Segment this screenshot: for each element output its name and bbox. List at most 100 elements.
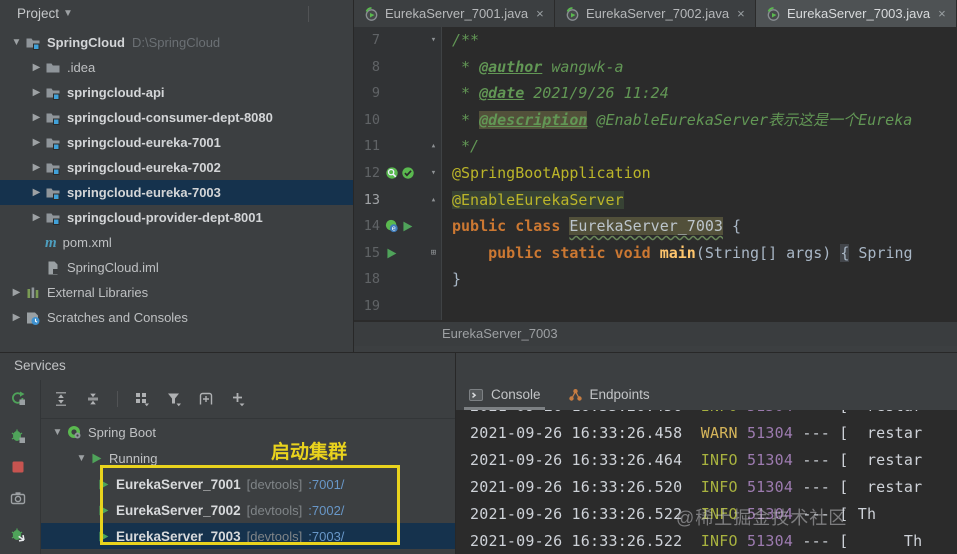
console-output[interactable]: 2021-09-26 16:33:26.456 INFO 51304 --- […	[456, 410, 957, 554]
chevron-right-icon[interactable]: ▶	[28, 112, 45, 123]
editor-tab-3[interactable]: EurekaServer_7003.java ×	[756, 0, 957, 27]
code-text: public static void main(String[] args) {…	[488, 243, 913, 262]
console-tab-endpoints[interactable]: Endpoints	[567, 379, 650, 410]
group-by-button[interactable]	[134, 391, 150, 407]
maven-icon: m	[45, 234, 57, 251]
chevron-right-icon[interactable]: ▶	[28, 137, 45, 148]
line-number: 11	[363, 138, 380, 155]
play-icon	[90, 452, 103, 465]
project-tree-item[interactable]: ▶ springcloud-eureka-7002	[0, 155, 353, 180]
service-tree-item[interactable]: ▼ Spring Boot	[41, 419, 455, 445]
attach-debugger-button[interactable]	[10, 527, 26, 543]
iml-icon	[45, 260, 61, 276]
collapse-all-button[interactable]	[85, 391, 101, 407]
tab-label: EurekaServer_7002.java	[586, 6, 730, 21]
tab-close-icon[interactable]: ×	[536, 6, 544, 21]
line-number: 15	[363, 244, 380, 261]
folder-icon	[45, 60, 61, 76]
fold-marker-icon[interactable]: ▴	[426, 187, 441, 214]
chevron-right-icon[interactable]: ▶	[28, 212, 45, 223]
fold-marker-icon[interactable]: ▾	[426, 160, 441, 187]
line-number: 13	[363, 191, 380, 208]
spring-bean-icon[interactable]: e	[385, 219, 399, 233]
tab-close-icon[interactable]: ×	[938, 6, 946, 21]
editor-gutter: 7 ▾	[354, 27, 442, 54]
add-service-button[interactable]	[230, 391, 246, 407]
chevron-down-icon[interactable]: ▼	[8, 37, 25, 48]
project-tree-item[interactable]: ▶ External Libraries	[0, 280, 353, 305]
tab-label: EurekaServer_7001.java	[385, 6, 529, 21]
chevron-right-icon[interactable]: ▶	[28, 187, 45, 198]
code-text: * @author wangwk-a	[452, 57, 624, 76]
services-toolbar	[41, 380, 455, 419]
scratches-icon	[25, 310, 41, 326]
code-text: public class EurekaServer_7003 {	[452, 217, 741, 236]
add-frame-button[interactable]	[198, 391, 214, 407]
chevron-down-icon[interactable]: ▼	[49, 427, 66, 438]
chevron-right-icon[interactable]: ▶	[28, 87, 45, 98]
tree-item-label: springcloud-api	[67, 85, 165, 100]
editor-tab-2[interactable]: EurekaServer_7002.java ×	[555, 0, 756, 27]
gutter-icons: e	[380, 219, 426, 233]
editor-gutter: 12 ▾	[354, 159, 442, 187]
project-tree-item[interactable]: ▼ SpringCloud D:\SpringCloud	[0, 30, 353, 55]
fold-marker-icon[interactable]: ▴	[426, 133, 441, 160]
project-tree-item[interactable]: ▶ springcloud-provider-dept-8001	[0, 205, 353, 230]
log-line: 2021-09-26 16:33:26.522 INFO 51304 --- […	[470, 532, 923, 550]
watermark: @稀土掘金技术社区	[676, 508, 848, 528]
tree-item-label: SpringCloud.iml	[67, 260, 159, 275]
console-tab-label: Console	[491, 387, 541, 402]
chevron-down-icon[interactable]: ▼	[73, 453, 90, 464]
spring-search-icon[interactable]	[385, 166, 399, 180]
line-number: 14	[363, 218, 380, 235]
tree-item-label: springcloud-eureka-7003	[67, 185, 221, 200]
project-tree-item[interactable]: ▶ springcloud-eureka-7001	[0, 130, 353, 155]
stop-button[interactable]	[10, 459, 26, 475]
project-tree-item[interactable]: m pom.xml	[0, 230, 353, 255]
line-number: 19	[363, 297, 380, 314]
folder-module-icon	[25, 35, 41, 51]
code-line: 15 ⊞ public static void main(String[] arg…	[354, 239, 957, 267]
service-name: Spring Boot	[88, 424, 156, 440]
play-icon[interactable]	[401, 220, 414, 233]
run-class-icon	[765, 6, 781, 22]
console-tab-console[interactable]: Console	[464, 379, 545, 410]
tab-close-icon[interactable]: ×	[737, 6, 745, 21]
spring-check-icon[interactable]	[401, 166, 415, 180]
chevron-down-icon[interactable]: ▼	[63, 8, 73, 19]
breadcrumb[interactable]: EurekaServer_7003	[354, 322, 957, 346]
project-tree-item[interactable]: ▶ springcloud-consumer-dept-8080	[0, 105, 353, 130]
project-tree-item[interactable]: SpringCloud.iml	[0, 255, 353, 280]
tree-item-label: SpringCloud	[47, 35, 125, 50]
code-text: @EnableEurekaServer	[452, 190, 624, 209]
chevron-right-icon[interactable]: ▶	[28, 62, 45, 73]
chevron-right-icon[interactable]: ▶	[8, 312, 25, 323]
fold-marker-icon[interactable]: ⊞	[426, 240, 441, 267]
filter-button[interactable]	[166, 391, 182, 407]
fold-marker-icon[interactable]: ▾	[426, 27, 441, 54]
project-tree-item[interactable]: ▶ springcloud-api	[0, 80, 353, 105]
play-icon[interactable]	[385, 247, 398, 260]
folder-module-icon	[45, 210, 61, 226]
service-tree-item[interactable]: ▼Finished	[41, 549, 455, 554]
code-line: 14 e public class EurekaServer_7003 {	[354, 213, 957, 240]
log-line: 2021-09-26 16:33:26.456 INFO 51304 --- […	[456, 410, 957, 420]
expand-all-button[interactable]	[53, 391, 69, 407]
project-tree-item[interactable]: ▶ Scratches and Consoles	[0, 305, 353, 330]
chevron-right-icon[interactable]: ▶	[28, 162, 45, 173]
project-tree-item[interactable]: ▶ springcloud-eureka-7003	[0, 180, 353, 205]
code-line: 8 * @author wangwk-a	[354, 53, 957, 81]
editor-gutter: 19	[354, 292, 442, 320]
editor-tab-1[interactable]: EurekaServer_7001.java ×	[354, 0, 555, 27]
rerun-button[interactable]	[10, 390, 26, 406]
code-editor[interactable]: 7 ▾/** 8 * @author wangwk-a 9 * @date 2021/…	[354, 27, 957, 322]
debug-button[interactable]	[10, 428, 26, 444]
thread-dump-button[interactable]	[10, 490, 26, 506]
project-tree-item[interactable]: ▶ .idea	[0, 55, 353, 80]
project-panel-header: Project ▼	[0, 0, 353, 27]
editor-gutter: 15 ⊞	[354, 239, 442, 267]
chevron-right-icon[interactable]: ▶	[8, 287, 25, 298]
folder-module-icon	[45, 110, 61, 126]
log-line: 2021-09-26 16:33:26.458 WARN 51304 --- […	[470, 424, 923, 442]
code-line: 9 * @date 2021/9/26 11:24	[354, 80, 957, 107]
